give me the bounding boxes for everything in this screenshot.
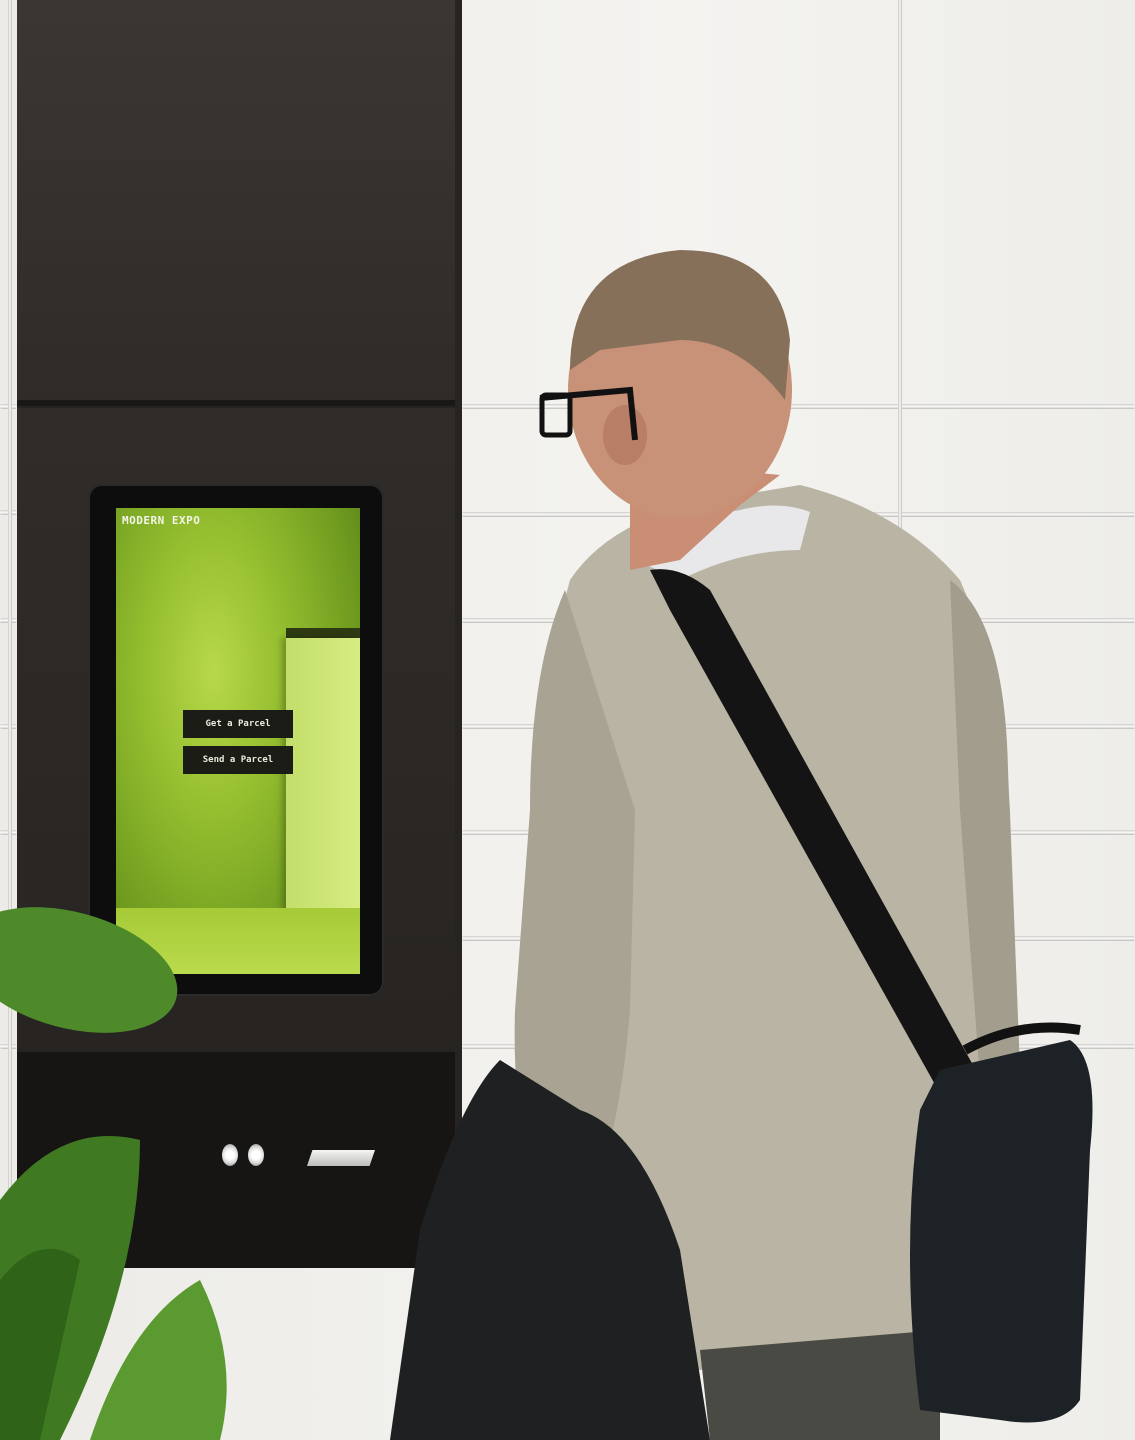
get-parcel-button[interactable]: Get a Parcel [183, 710, 293, 738]
person-figure [390, 250, 1093, 1440]
send-parcel-button[interactable]: Send a Parcel [183, 746, 293, 774]
screen-background [286, 638, 360, 912]
card-slot[interactable] [307, 1150, 375, 1166]
plant-foliage [0, 907, 227, 1440]
brand-logo: MODERN EXPO [122, 514, 201, 527]
